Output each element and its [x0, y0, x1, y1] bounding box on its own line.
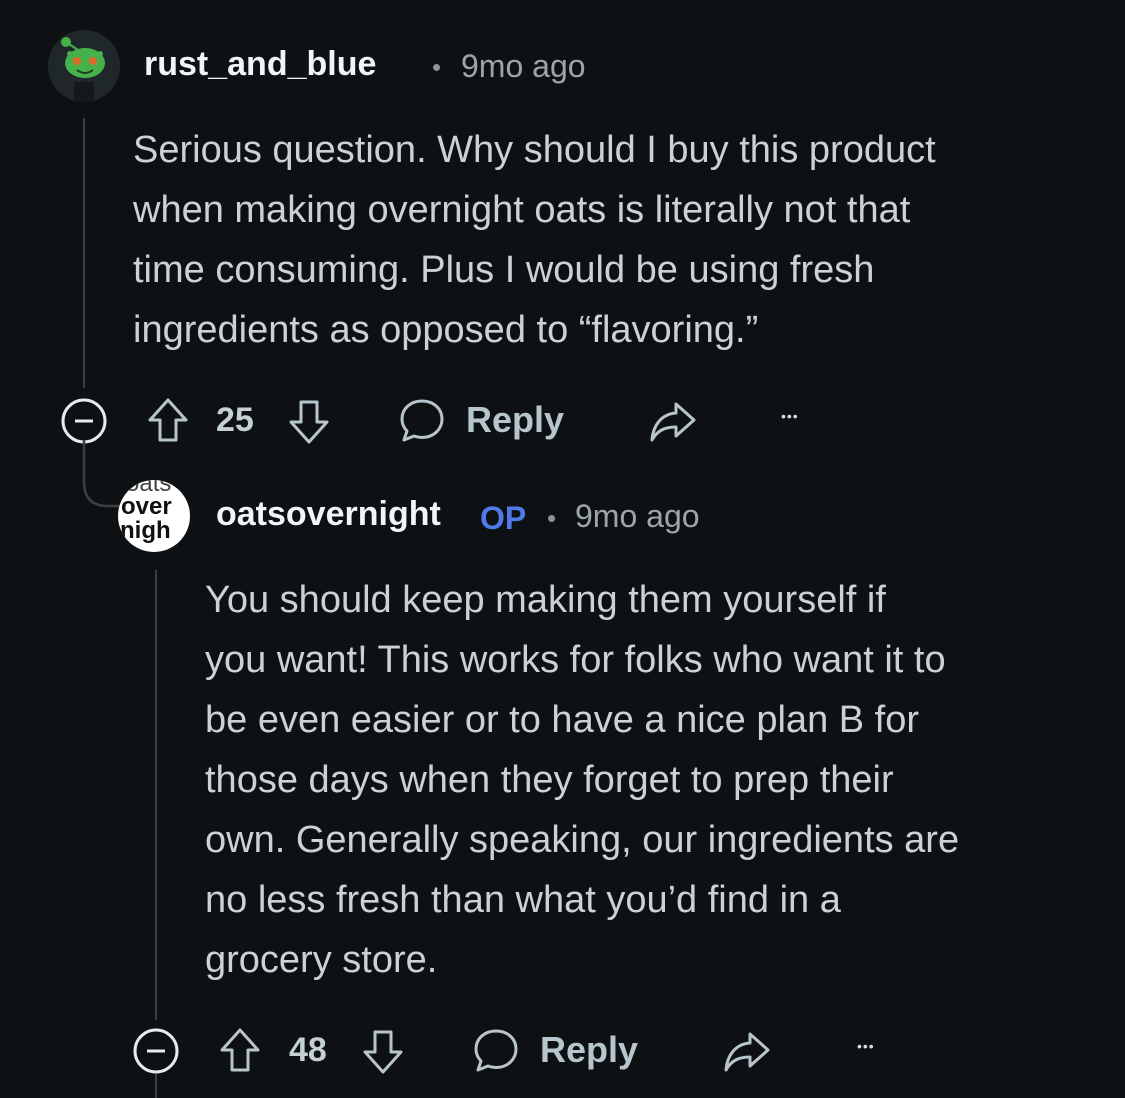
comment-bubble-icon — [400, 399, 444, 442]
downvote-icon — [363, 1030, 403, 1074]
logo-text-line: over — [121, 493, 172, 520]
upvote-button[interactable] — [146, 396, 190, 444]
upvote-button[interactable] — [218, 1026, 262, 1074]
reply-button[interactable]: Reply — [472, 1026, 652, 1076]
thread-line-continuation[interactable] — [155, 1074, 157, 1098]
collapse-icon — [61, 398, 107, 444]
comment-body: You should keep making them yourself if … — [205, 579, 960, 981]
logo-text-line: oats — [126, 480, 172, 497]
collapse-button[interactable] — [61, 398, 107, 444]
collapse-icon — [133, 1028, 179, 1074]
logo-text-line: nigh — [120, 517, 171, 544]
op-badge: OP — [480, 500, 527, 536]
share-icon — [650, 402, 696, 442]
more-options-button[interactable]: ••• — [781, 408, 799, 424]
downvote-icon — [289, 400, 329, 444]
collapse-button[interactable] — [133, 1028, 179, 1074]
comment-timestamp: 9mo ago — [461, 48, 586, 84]
vote-count: 48 — [289, 1031, 327, 1069]
brand-logo: oats over nigh — [118, 480, 190, 552]
avatar[interactable]: oats over nigh — [118, 480, 190, 552]
upvote-icon — [220, 1028, 260, 1072]
comment-timestamp: 9mo ago — [575, 498, 700, 534]
share-icon — [724, 1032, 770, 1072]
reply-label: Reply — [540, 1029, 639, 1070]
vote-count: 25 — [216, 401, 254, 439]
share-button[interactable] — [648, 398, 698, 444]
downvote-button[interactable] — [287, 398, 331, 446]
comment-author[interactable]: oatsovernight — [216, 495, 441, 534]
comment-bubble-icon — [474, 1029, 518, 1072]
downvote-button[interactable] — [361, 1028, 405, 1076]
thread-line[interactable] — [83, 118, 85, 388]
comment-author[interactable]: rust_and_blue — [144, 45, 376, 84]
avatar[interactable] — [48, 30, 120, 102]
more-options-button[interactable]: ••• — [857, 1038, 875, 1054]
meta-separator: • — [547, 503, 557, 533]
comment-body: Serious question. Why should I buy this … — [133, 129, 936, 351]
reply-label: Reply — [466, 399, 565, 440]
meta-separator: • — [432, 52, 442, 82]
upvote-icon — [148, 398, 188, 442]
thread-line[interactable] — [155, 570, 157, 1020]
reply-button[interactable]: Reply — [398, 396, 578, 446]
snoo-avatar-icon — [48, 30, 120, 102]
share-button[interactable] — [722, 1028, 772, 1074]
